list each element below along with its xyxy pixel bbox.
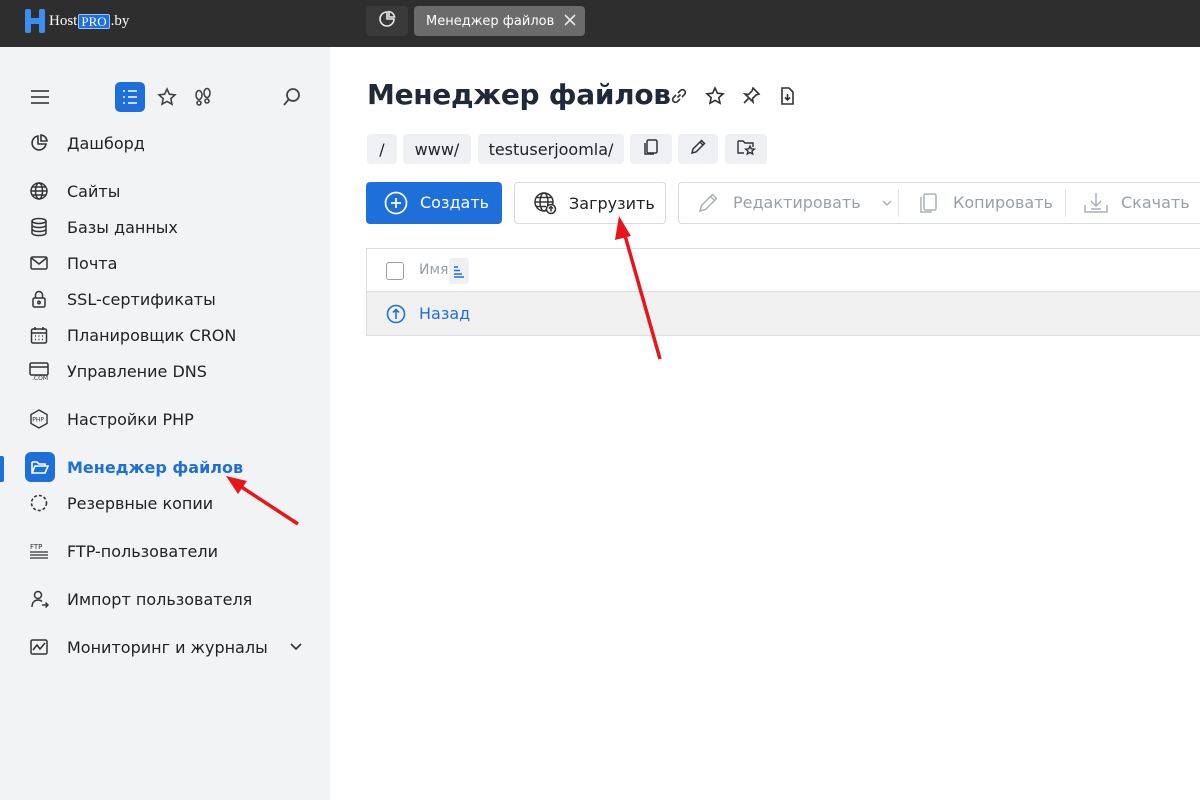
calendar-icon: [28, 324, 50, 346]
sidebar-item-ssl[interactable]: SSL-сертификаты: [0, 283, 330, 315]
breadcrumb-testuserjoomla[interactable]: testuserjoomla/: [478, 134, 624, 164]
menu-icon[interactable]: [25, 82, 55, 112]
pencil-icon: [696, 191, 720, 219]
sidebar-item-mail[interactable]: Почта: [0, 247, 330, 279]
logo-text: Host PRO .by: [49, 12, 130, 29]
globe-icon: [28, 180, 50, 202]
mail-icon: [28, 252, 50, 274]
breadcrumb-www[interactable]: www/: [403, 134, 471, 164]
sidebar-item-monitoring[interactable]: Мониторинг и журналы: [0, 631, 330, 663]
user-import-icon: [28, 588, 50, 610]
lock-icon: [28, 288, 50, 310]
download-icon: [1083, 191, 1109, 219]
sidebar-item-dns[interactable]: .COM Управление DNS: [0, 355, 330, 387]
select-all-checkbox[interactable]: [386, 262, 404, 280]
sidebar-item-file-manager[interactable]: Менеджер файлов: [0, 451, 330, 483]
dashboard-icon: [28, 132, 50, 154]
copy-icon: [642, 138, 660, 160]
back-arrow-icon: [386, 304, 406, 328]
edit-label: Редактировать: [733, 193, 861, 212]
download-doc-icon[interactable]: [775, 84, 799, 108]
link-icon[interactable]: [667, 84, 691, 108]
search-icon[interactable]: [277, 82, 307, 112]
svg-text:PHP: PHP: [32, 417, 44, 424]
chevron-down-icon: [880, 195, 894, 214]
sidebar-item-databases[interactable]: Базы данных: [0, 211, 330, 243]
create-label: Создать: [420, 193, 490, 212]
copy-button[interactable]: Копировать: [917, 183, 1067, 223]
sidebar-item-user-import[interactable]: Импорт пользователя: [0, 583, 330, 615]
footsteps-icon[interactable]: [188, 82, 218, 112]
favorite-folder-button[interactable]: [725, 134, 767, 164]
edit-button[interactable]: Редактировать: [696, 183, 896, 223]
back-link[interactable]: Назад: [419, 304, 470, 323]
sidebar-item-php[interactable]: PHP Настройки PHP: [0, 403, 330, 435]
toolbar-divider: [1065, 189, 1066, 217]
column-name-header[interactable]: Имя: [419, 262, 448, 278]
logo-mark-icon: [24, 8, 46, 34]
active-indicator: [0, 456, 4, 482]
star-icon[interactable]: [703, 84, 727, 108]
sidebar-item-sites[interactable]: Сайты: [0, 175, 330, 207]
plus-circle-icon: [384, 191, 408, 219]
upload-button[interactable]: Загрузить: [514, 182, 666, 224]
upload-label: Загрузить: [569, 194, 655, 213]
monitoring-icon: [28, 636, 50, 658]
close-icon[interactable]: [563, 13, 577, 31]
backup-icon: [28, 492, 50, 514]
tab-label: Менеджер файлов: [426, 13, 555, 29]
star-icon[interactable]: [152, 82, 182, 112]
download-button[interactable]: Скачать: [1083, 183, 1200, 223]
copy-icon: [917, 191, 941, 219]
table-header: Имя: [367, 249, 1200, 292]
svg-text:.COM: .COM: [32, 375, 48, 382]
sidebar-item-backups[interactable]: Резервные копии: [0, 487, 330, 519]
hostpro-logo[interactable]: Host PRO .by: [24, 7, 129, 35]
svg-text:FTP: FTP: [30, 543, 42, 551]
sidebar-item-dashboard[interactable]: Дашборд: [0, 127, 330, 159]
copy-label: Копировать: [953, 193, 1053, 212]
top-bar: Host PRO .by Менеджер файлов: [0, 0, 1200, 47]
tab-file-manager[interactable]: Менеджер файлов: [414, 6, 585, 36]
list-view-icon[interactable]: [115, 82, 145, 112]
globe-upload-icon: [533, 191, 557, 219]
download-label: Скачать: [1121, 193, 1190, 212]
copy-path-button[interactable]: [630, 134, 672, 164]
dns-icon: .COM: [28, 360, 50, 382]
sidebar-item-ftp[interactable]: FTP FTP-пользователи: [0, 535, 330, 567]
edit-path-button[interactable]: [678, 134, 718, 164]
create-button[interactable]: Создать: [366, 182, 502, 224]
pin-icon[interactable]: [739, 84, 763, 108]
database-icon: [28, 216, 50, 238]
actions-group: Редактировать Копировать Скачать: [678, 182, 1200, 224]
file-table: Имя Назад: [366, 248, 1200, 336]
php-icon: PHP: [28, 408, 50, 430]
star-folder-icon: [736, 138, 756, 160]
sidebar-item-cron[interactable]: Планировщик CRON: [0, 319, 330, 351]
toolbar-divider: [898, 189, 899, 217]
folder-icon: [25, 452, 55, 482]
pencil-icon: [689, 138, 707, 160]
sidebar: Дашборд Сайты Базы данных Почта SSL-серт…: [0, 47, 330, 800]
dashboard-icon: [378, 10, 396, 32]
sidebar-toolbar: [0, 82, 330, 112]
breadcrumb-root[interactable]: /: [367, 134, 397, 164]
dashboard-tab[interactable]: [366, 6, 408, 36]
table-row-back[interactable]: Назад: [367, 292, 1200, 335]
chevron-down-icon[interactable]: [288, 639, 304, 659]
ftp-icon: FTP: [28, 540, 50, 562]
page-title: Менеджер файлов: [367, 78, 671, 111]
sort-icon[interactable]: [449, 258, 469, 284]
